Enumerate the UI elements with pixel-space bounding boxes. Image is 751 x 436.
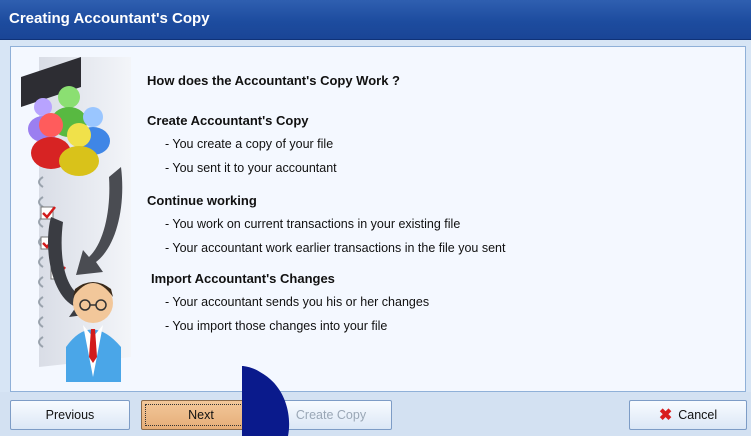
bullet-continue-1: - You work on current transactions in yo…: [165, 217, 461, 231]
previous-button-label: Previous: [45, 408, 95, 422]
window-title: Creating Accountant's Copy: [9, 10, 210, 27]
section-title-continue: Continue working: [147, 193, 257, 208]
main-heading: How does the Accountant's Copy Work ?: [147, 73, 400, 88]
mouse-pointer-icon: [242, 366, 290, 436]
cancel-button-label: Cancel: [678, 408, 718, 422]
accountant-illustration-icon: [21, 57, 131, 382]
previous-button[interactable]: Previous: [10, 400, 130, 430]
bullet-create-2: - You sent it to your accountant: [165, 161, 337, 175]
create-copy-button-label: Create Copy: [295, 408, 367, 422]
content-panel: How does the Accountant's Copy Work ? Cr…: [10, 46, 746, 392]
bullet-import-2: - You import those changes into your fil…: [165, 319, 388, 333]
bullet-create-1: - You create a copy of your file: [165, 137, 334, 151]
red-x-icon: ✖: [658, 407, 673, 424]
bullet-import-1: - Your accountant sends you his or her c…: [165, 295, 430, 309]
section-title-create: Create Accountant's Copy: [147, 113, 309, 128]
bullet-continue-2: - Your accountant work earlier transacti…: [165, 241, 506, 255]
cancel-button[interactable]: ✖ Cancel: [629, 400, 747, 430]
title-bar: Creating Accountant's Copy: [0, 0, 751, 40]
button-bar: Previous Next Create Copy ✖ Cancel: [0, 392, 751, 436]
section-title-import: Import Accountant's Changes: [151, 271, 335, 286]
